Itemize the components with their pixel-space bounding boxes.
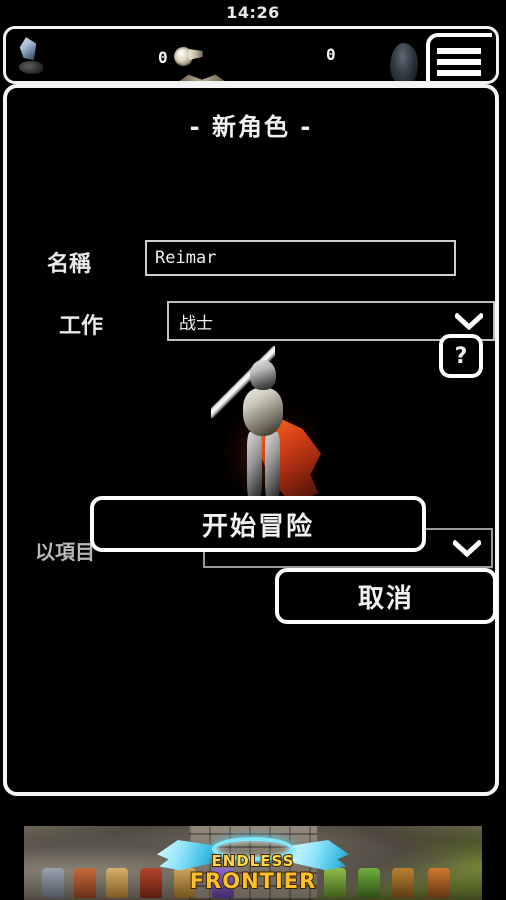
crystal-shape	[18, 36, 38, 62]
hamburger-icon[interactable]	[426, 33, 492, 81]
item-label: 以項目	[35, 540, 95, 564]
banner-ad[interactable]: ENDLESS FRONTIER	[24, 826, 482, 900]
smoke-icon	[390, 43, 418, 81]
status-bar: 14:26	[0, 0, 506, 24]
banner-unit-9	[392, 868, 414, 898]
coin-icon	[173, 45, 204, 69]
hamburger-bar-1	[437, 48, 481, 54]
warrior-knight-sprite	[203, 346, 327, 516]
name-input[interactable]	[145, 240, 456, 276]
cancel-button[interactable]: 取消	[275, 568, 497, 624]
name-label: 名稱	[47, 252, 92, 277]
hud-coin-value: 0	[326, 45, 336, 64]
hud-currency-gem[interactable]: 0	[158, 45, 204, 69]
banner-unit-3	[106, 868, 128, 898]
hud-gem-value: 0	[158, 47, 168, 67]
torso-shape	[243, 388, 283, 436]
help-button-label: ?	[454, 343, 468, 369]
new-character-dialog: - 新角色 - 名稱 工作 战士 ? 以項目	[3, 84, 499, 796]
leg-right-shape	[265, 432, 280, 504]
banner-unit-1	[42, 868, 64, 898]
crystal-shadow	[19, 61, 43, 74]
banner-unit-4	[140, 868, 162, 898]
leg-left-shape	[247, 432, 262, 504]
chevron-down-icon	[455, 312, 483, 330]
crystal-icon	[16, 35, 50, 75]
dialog-title: - 新角色 -	[189, 113, 313, 141]
status-bar-time: 14:26	[226, 2, 280, 22]
banner-logo-line1: ENDLESS	[210, 852, 295, 870]
cancel-button-label: 取消	[357, 583, 414, 614]
banner-logo-line2: FRONTIER	[189, 869, 317, 893]
wing-icon	[178, 74, 226, 81]
banner-unit-8	[358, 868, 380, 898]
help-button[interactable]: ?	[439, 334, 483, 378]
hud-bar: 0 0	[3, 26, 499, 84]
job-label: 工作	[59, 314, 104, 339]
start-adventure-button[interactable]: 开始冒险	[90, 496, 426, 552]
banner-logo: ENDLESS FRONTIER	[189, 852, 317, 893]
hamburger-bar-2	[437, 59, 481, 65]
banner-unit-2	[74, 868, 96, 898]
job-selected-value: 战士	[179, 313, 213, 334]
coin-tail	[188, 49, 203, 60]
hud-currency-coin[interactable]: 0	[326, 45, 336, 64]
banner-unit-7	[324, 868, 346, 898]
banner-unit-10	[428, 868, 450, 898]
chevron-down-icon	[453, 539, 481, 557]
helmet-shape	[250, 360, 276, 390]
hamburger-bar-3	[437, 70, 481, 76]
start-adventure-label: 开始冒险	[201, 511, 314, 542]
